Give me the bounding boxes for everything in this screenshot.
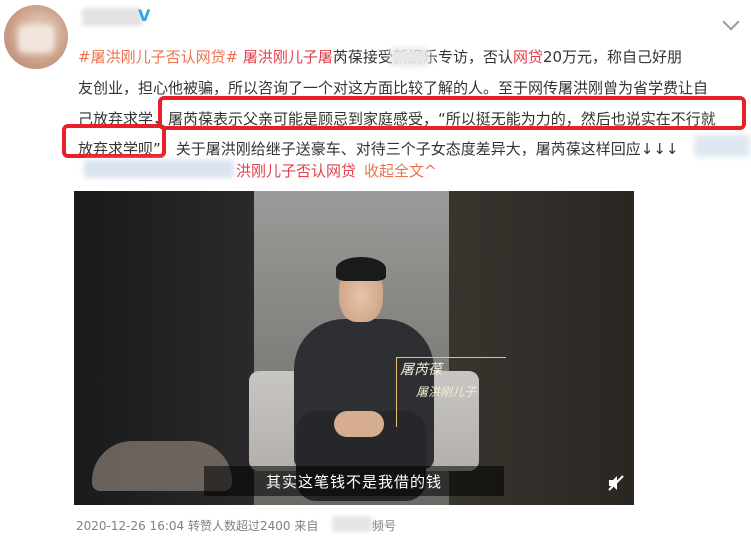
video-person-hair xyxy=(336,257,386,281)
highlight-box xyxy=(62,124,166,158)
collapse-button[interactable]: 收起全文^ xyxy=(364,160,437,181)
caption-name: 屠芮葆 xyxy=(400,362,442,378)
post-meta: 2020-12-26 16:04 转赞人数超过2400 来自 xyxy=(76,517,318,534)
post-line-1: #屠洪刚儿子否认网贷# 屠洪刚儿子屠芮葆接受新娱乐专访，否认网贷20万元，称自己… xyxy=(78,42,682,73)
username-blurred[interactable] xyxy=(82,8,142,26)
source-blurred[interactable] xyxy=(332,516,372,532)
verified-icon: V xyxy=(138,6,151,25)
highlight-box xyxy=(158,96,746,130)
video-person-hands xyxy=(334,411,384,437)
keyword-name: 屠洪刚儿子屠 xyxy=(238,48,333,66)
keyword-loan: 网贷 xyxy=(512,48,543,66)
mute-icon[interactable] xyxy=(607,474,625,492)
post-text-segment: 20万元，称自己好朋 xyxy=(542,48,683,66)
blurred-link xyxy=(694,135,750,157)
source-label: 来自 xyxy=(294,519,319,533)
video-player[interactable]: 屠芮葆 屠洪刚儿子 其实这笔钱不是我借的钱 xyxy=(74,191,634,505)
chevron-down-icon[interactable] xyxy=(722,13,740,31)
blurred-text xyxy=(390,48,430,66)
avatar-blur xyxy=(18,25,54,53)
avatar[interactable] xyxy=(4,5,68,69)
video-title-link[interactable]: 洪刚儿子否认网贷 xyxy=(236,160,356,181)
repost-count: 转赞人数超过2400 xyxy=(187,519,291,533)
topic-link[interactable]: #屠洪刚儿子否认网贷# xyxy=(78,48,238,66)
source-suffix: 频号 xyxy=(372,519,397,533)
caption-subtitle: 屠洪刚儿子 xyxy=(416,385,477,399)
blurred-link xyxy=(84,160,234,178)
video-title-text[interactable]: 洪刚儿子否认网贷 xyxy=(236,162,356,180)
video-subtitle: 其实这笔钱不是我借的钱 xyxy=(265,473,442,491)
timestamp[interactable]: 2020-12-26 16:04 xyxy=(76,519,184,533)
